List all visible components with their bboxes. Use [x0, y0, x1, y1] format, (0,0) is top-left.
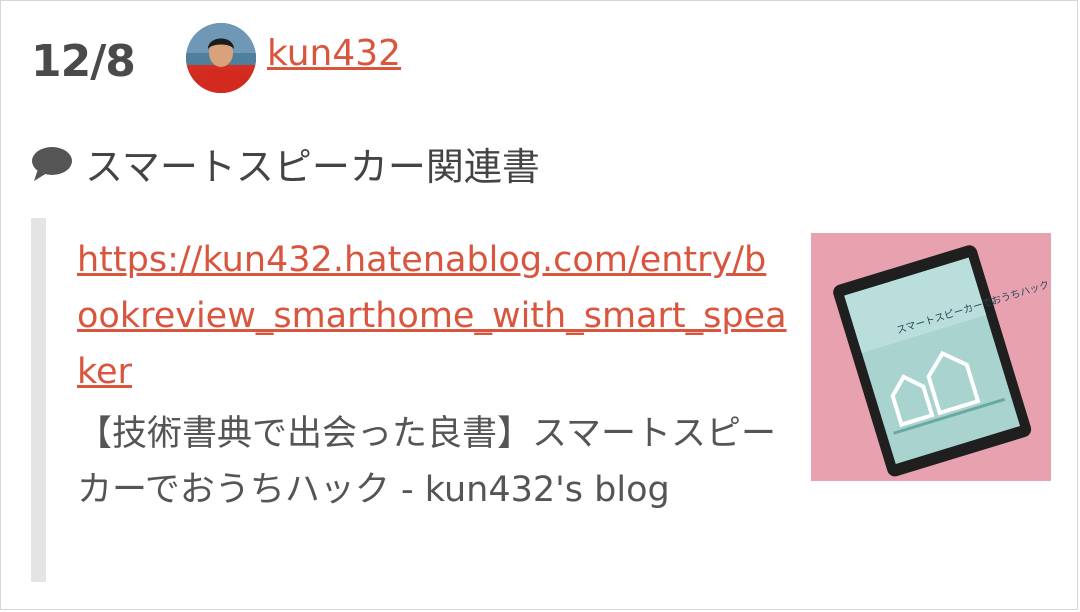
- link-embed: https://kun432.hatenablog.com/entry/book…: [31, 218, 1051, 582]
- speech-bubble-icon: [32, 146, 72, 181]
- comment-row: スマートスピーカー関連書: [31, 136, 540, 191]
- entry-header: 12/8 kun432: [31, 23, 401, 95]
- embed-title: 【技術書典で出会った良書】スマートスピーカーでおうちハック - kun432's…: [77, 414, 776, 510]
- entry-date: 12/8: [31, 35, 136, 87]
- username-link[interactable]: kun432: [267, 33, 401, 74]
- avatar-photo: [186, 23, 256, 93]
- comment-text: スマートスピーカー関連書: [85, 145, 540, 189]
- embed-thumbnail[interactable]: スマートスピーカーでおうちハック: [811, 233, 1051, 481]
- embed-url-link[interactable]: https://kun432.hatenablog.com/entry/book…: [77, 232, 787, 400]
- tablet-image: スマートスピーカーでおうちハック: [811, 233, 1051, 481]
- activity-card: 12/8 kun432 スマートスピーカー関連書 https://kun432.…: [0, 0, 1078, 610]
- user-avatar[interactable]: [186, 23, 256, 93]
